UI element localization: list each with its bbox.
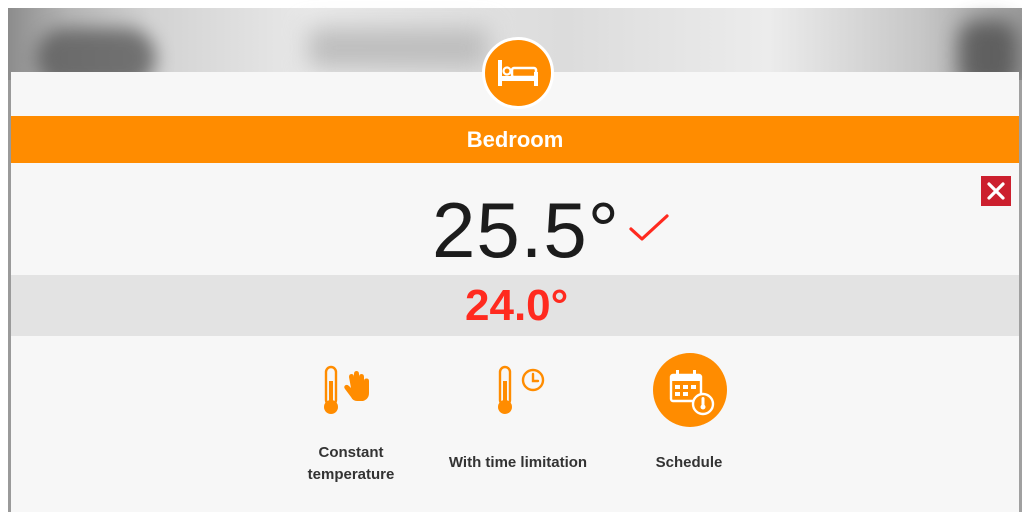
close-button[interactable] — [981, 176, 1011, 206]
mode-label: Schedule — [655, 454, 723, 471]
mode-time-limitation[interactable]: With time limitation — [438, 452, 598, 474]
background-blur-shape — [308, 28, 488, 68]
check-icon — [629, 214, 669, 241]
room-title: Bedroom — [466, 126, 564, 152]
schedule-calendar-icon[interactable] — [652, 352, 728, 428]
thermometer-hand-icon[interactable] — [320, 365, 380, 417]
set-temperature[interactable]: 24.0° — [465, 280, 568, 332]
mode-label: With time limitation — [448, 454, 588, 471]
bed-icon — [498, 60, 538, 86]
mode-schedule[interactable]: Schedule — [638, 452, 740, 474]
current-temperature: 25.5° — [432, 186, 621, 274]
mode-constant-temperature[interactable]: Constant temperature — [296, 442, 406, 486]
mode-label: Constant temperature — [307, 444, 395, 483]
thermometer-clock-icon[interactable] — [492, 365, 552, 417]
room-icon-badge — [482, 37, 554, 109]
close-icon — [987, 182, 1005, 200]
room-header: Bedroom — [11, 116, 1019, 163]
